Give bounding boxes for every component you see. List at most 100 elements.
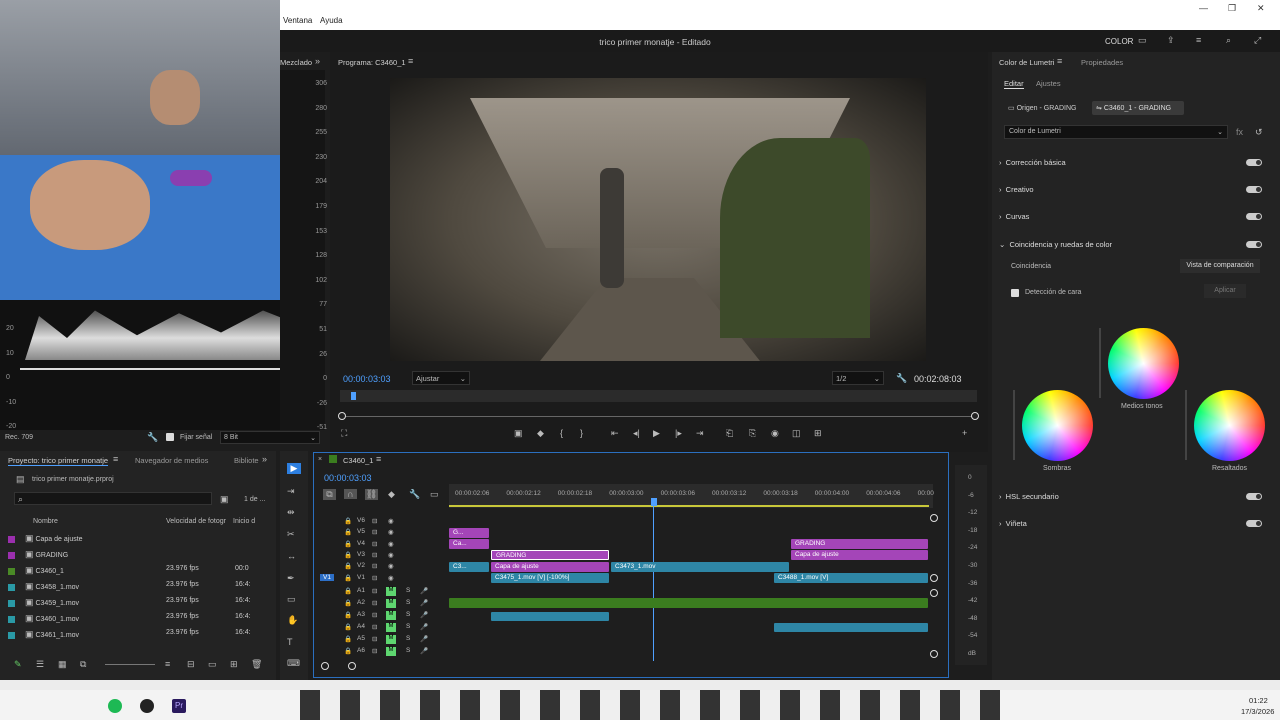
scroll-handle[interactable] [930, 589, 938, 597]
bit-depth-select[interactable]: 8 Bit ⌄ [220, 431, 320, 444]
program-ruler[interactable] [340, 390, 977, 402]
lock-icon[interactable]: 🔒 [344, 551, 352, 559]
lock-icon[interactable]: 🔒 [344, 647, 352, 655]
lock-icon[interactable]: 🔒 [344, 623, 352, 631]
minimize-icon[interactable]: — [1199, 3, 1208, 13]
highlights-wheel[interactable] [1194, 390, 1265, 461]
lock-icon[interactable]: 🔒 [344, 562, 352, 570]
mic-icon[interactable]: 🎤 [420, 635, 428, 643]
eye-icon[interactable]: ◉ [388, 540, 394, 548]
sequence-tab[interactable]: C3460_1 [343, 456, 373, 465]
mark-in-icon[interactable]: { [560, 428, 563, 438]
mixer-tab[interactable]: Mezclado [280, 58, 312, 67]
sort-icon[interactable]: ≡ [165, 659, 170, 669]
workspace-label[interactable]: COLOR [1105, 37, 1133, 46]
sync-icon[interactable]: ⊟ [372, 611, 377, 619]
sync-icon[interactable]: ⊟ [372, 599, 377, 607]
eye-icon[interactable]: ◉ [388, 517, 394, 525]
mic-icon[interactable]: 🎤 [420, 599, 428, 607]
source-patch-v1[interactable]: V1 [320, 573, 334, 581]
mark-out-icon[interactable]: } [580, 428, 583, 438]
lift-icon[interactable]: ⎗ [726, 428, 733, 439]
apply-button[interactable]: Aplicar [1204, 284, 1246, 298]
hsl-section[interactable]: › HSL secundario [999, 492, 1059, 501]
list-view-icon[interactable]: ☰ [36, 659, 44, 670]
resolution-select[interactable]: 1/2 ⌄ [832, 371, 884, 385]
column-start[interactable]: Inicio d [233, 518, 255, 525]
project-item[interactable]: ▣ C3459_1.mov 23.976 fps 16:4: [8, 597, 278, 609]
effect-select[interactable]: Color de Lumetri ⌄ [1004, 125, 1228, 139]
sync-icon[interactable]: ⊟ [372, 647, 377, 655]
lock-icon[interactable]: 🔒 [344, 574, 352, 582]
multicam-icon[interactable]: ⊞ [814, 428, 822, 439]
clip-c3488[interactable]: C3488_1.mov [V] [774, 573, 928, 583]
automate-icon[interactable]: ⊟ [187, 659, 195, 670]
target-clip-button[interactable]: ⇋ C3460_1 - GRADING [1092, 101, 1184, 115]
menu-ayuda[interactable]: Ayuda [320, 16, 343, 25]
audio-track-header[interactable]: 🔒 A3 ⊟ M S 🎤 [320, 611, 446, 622]
video-track-header[interactable]: 🔒 V2 ⊟ ◉ [320, 562, 446, 572]
fx-icon[interactable]: fx [1236, 127, 1243, 137]
compare-icon[interactable]: ◫ [792, 428, 801, 439]
shadows-slider[interactable] [1013, 390, 1015, 460]
play-icon[interactable]: ▶ [653, 428, 660, 439]
video-track-header[interactable]: 🔒 V1 ⊟ ◉ V1 [320, 573, 446, 584]
video-track-header[interactable]: 🔒 V6 ⊟ ◉ [320, 517, 446, 527]
go-to-out-icon[interactable]: ⇥ [696, 428, 704, 439]
go-to-in-icon[interactable]: ⇤ [611, 428, 619, 439]
clip-grading-1[interactable]: GRADING [491, 550, 609, 560]
program-tab[interactable]: Programa: C3460_1 [338, 58, 406, 67]
wrench-icon[interactable]: 🔧 [147, 432, 158, 443]
search-icon[interactable]: ⌕ [1226, 35, 1231, 46]
clip-grading-2[interactable]: GRADING [791, 539, 928, 549]
curves-toggle[interactable] [1246, 213, 1262, 220]
lock-icon[interactable]: 🔒 [344, 587, 352, 595]
marker-icon[interactable]: ◆ [537, 428, 544, 439]
mic-icon[interactable]: 🎤 [420, 623, 428, 631]
lock-icon[interactable]: 🔒 [344, 528, 352, 536]
mic-icon[interactable]: 🎤 [420, 611, 428, 619]
chevron-right-icon[interactable]: » [315, 56, 320, 66]
solo-button[interactable]: S [406, 635, 410, 642]
pen-icon[interactable]: ✒ [287, 573, 295, 584]
media-browser-tab[interactable]: Navegador de medios [135, 456, 208, 465]
lumetri-tab[interactable]: Color de Lumetri [999, 58, 1054, 67]
freeform-view-icon[interactable]: ⧉ [80, 659, 86, 670]
audio-clip-a3[interactable] [491, 612, 609, 621]
zoom-handle-left[interactable] [338, 412, 346, 420]
project-tab[interactable]: Proyecto: trico primer monatje [8, 456, 109, 466]
sync-icon[interactable]: ⊟ [372, 540, 377, 548]
clip-adjust-short[interactable]: Ca... [449, 539, 489, 549]
shadows-wheel[interactable] [1022, 390, 1093, 461]
sync-icon[interactable]: ⊟ [372, 528, 377, 536]
eye-icon[interactable]: ◉ [388, 574, 394, 582]
creative-toggle[interactable] [1246, 186, 1262, 193]
audio-track-header[interactable]: 🔒 A5 ⊟ M S 🎤 [320, 635, 446, 646]
scroll-handle[interactable] [930, 574, 938, 582]
chevron-right-icon[interactable]: » [262, 454, 267, 464]
mute-button[interactable]: M [386, 647, 396, 656]
trash-icon[interactable]: 🗑 [251, 659, 262, 670]
mute-button[interactable]: M [386, 623, 396, 632]
pencil-icon[interactable]: ✎ [14, 659, 22, 670]
clip-adjustment-1[interactable]: Capa de ajuste [491, 562, 609, 572]
edit-tab[interactable]: Editar [1004, 79, 1024, 89]
column-fps[interactable]: Velocidad de fotogr [166, 518, 226, 525]
panel-menu-icon[interactable]: ≡ [113, 454, 118, 464]
mute-button[interactable]: M [386, 599, 396, 608]
nest-icon[interactable]: ⧉ [323, 489, 336, 500]
text-edit-icon[interactable]: ⌨ [287, 658, 300, 669]
clip-c3475[interactable]: C3475_1.mov [V] [-100%] [491, 573, 609, 583]
solo-button[interactable]: S [406, 611, 410, 618]
step-back-icon[interactable]: ◂| [633, 428, 640, 439]
work-area-bar[interactable] [449, 505, 929, 507]
project-item[interactable]: ▣ C3460_1.mov 23.976 fps 16:4: [8, 613, 278, 625]
vignette-section[interactable]: › Viñeta [999, 519, 1027, 528]
menu-icon[interactable]: ≡ [1196, 35, 1201, 45]
clip-c3-short[interactable]: C3... [449, 562, 489, 572]
restore-icon[interactable]: ❐ [1228, 3, 1236, 14]
rectangle-icon[interactable]: ▭ [287, 594, 296, 605]
camera-icon[interactable]: ◉ [771, 428, 779, 439]
audio-track-header[interactable]: 🔒 A6 ⊟ M S 🎤 [320, 647, 446, 658]
new-bin-icon[interactable]: ▭ [208, 659, 217, 670]
